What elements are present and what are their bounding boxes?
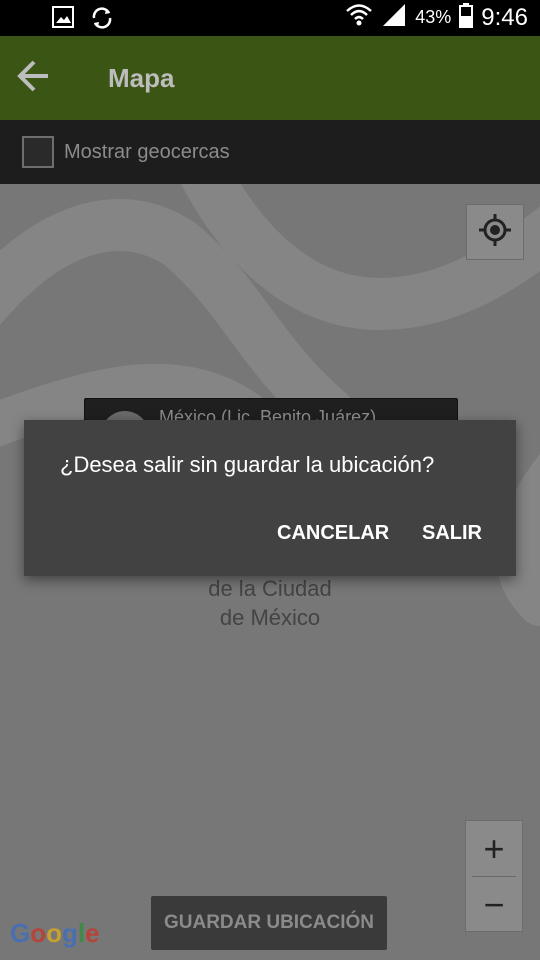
signal-icon	[381, 2, 407, 33]
save-location-button[interactable]: GUARDAR UBICACIÓN	[151, 896, 387, 950]
map-place-label-line-2: de México	[219, 605, 321, 630]
map-place-label-line-1: de la Ciudad	[208, 576, 332, 601]
dialog-message: ¿Desea salir sin guardar la ubicación?	[60, 452, 435, 477]
geofence-label[interactable]: Mostrar geocercas	[64, 141, 230, 164]
map-place-label: de la Ciudad de México	[170, 574, 370, 632]
cancel-button[interactable]: CANCELAR	[277, 522, 389, 545]
exit-confirm-dialog: ¿Desea salir sin guardar la ubicación? C…	[24, 420, 516, 576]
battery-icon	[459, 2, 474, 33]
zoom-out-button[interactable]: −	[466, 877, 522, 932]
status-bar: 43% 9:46	[0, 0, 540, 36]
zoom-in-button[interactable]: +	[466, 821, 522, 876]
back-button[interactable]	[14, 58, 54, 98]
status-left-icons	[50, 4, 116, 37]
arrow-back-icon	[14, 56, 54, 101]
my-location-icon	[477, 212, 513, 253]
zoom-controls: + −	[465, 820, 523, 932]
page-title: Mapa	[108, 62, 175, 93]
my-location-button[interactable]	[466, 204, 524, 260]
wifi-icon	[345, 2, 373, 33]
clock: 9:46	[481, 3, 528, 31]
status-right-icons: 43% 9:46	[345, 2, 528, 33]
exit-button[interactable]: SALIR	[422, 522, 482, 545]
sync-icon	[88, 4, 116, 37]
battery-percent: 43%	[415, 7, 452, 27]
google-logo: Google	[10, 918, 100, 948]
image-icon	[50, 4, 76, 37]
geofence-toggle-bar: Mostrar geocercas	[0, 120, 540, 184]
app-bar: Mapa	[0, 36, 540, 120]
geofence-checkbox[interactable]	[22, 136, 54, 168]
